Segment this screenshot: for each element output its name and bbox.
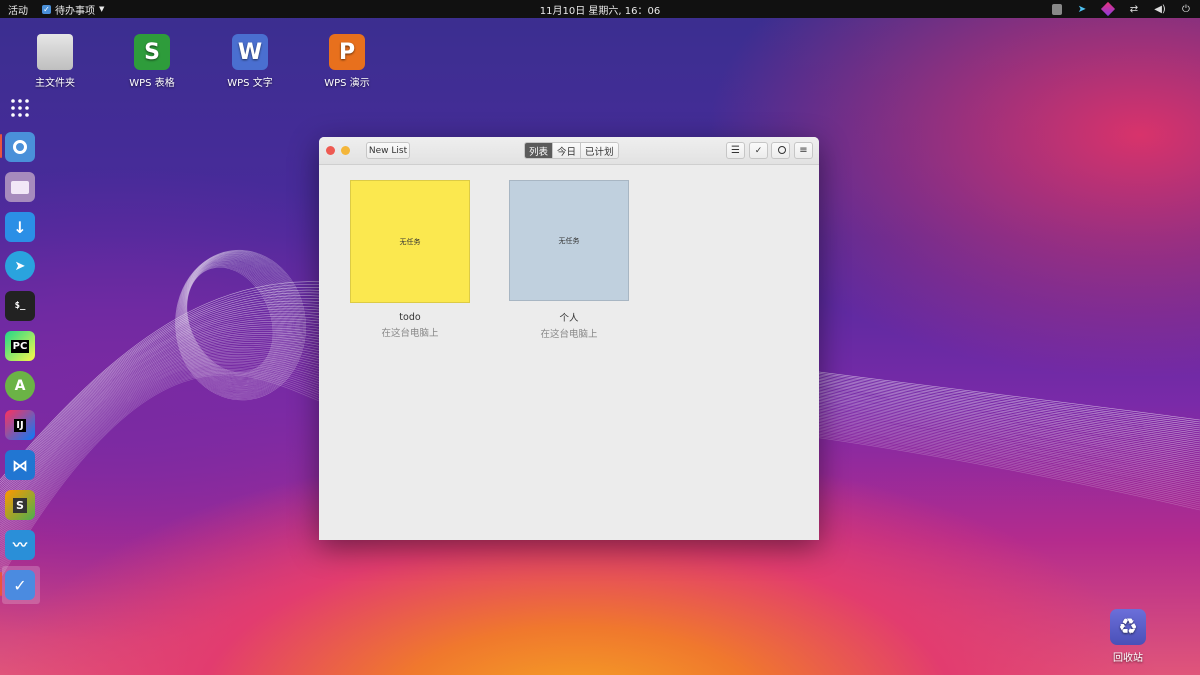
hamburger-menu-icon: ≡ [799, 145, 808, 156]
search-icon [777, 145, 786, 154]
close-button[interactable] [326, 146, 335, 155]
recycle-bin-icon: ♻ [1110, 609, 1146, 645]
app-grid-icon[interactable] [5, 93, 35, 123]
list-preview: 无任务 [509, 180, 629, 301]
volume-icon[interactable]: ◀) [1154, 3, 1166, 15]
list-view-button[interactable]: ☰ [726, 142, 745, 159]
list-location: 在这台电脑上 [540, 329, 598, 340]
terminal-icon[interactable]: $_ [5, 291, 35, 321]
download-icon[interactable]: ↓ [5, 212, 35, 242]
app-menu[interactable]: ✓ 待办事项 ▼ [42, 2, 104, 17]
app-tray-icon[interactable] [1100, 1, 1116, 17]
app-menu-label: 待办事项 [55, 5, 95, 17]
android-studio-icon[interactable]: A [5, 371, 35, 401]
pycharm-icon[interactable]: PC [5, 331, 35, 361]
list-icon: ☰ [731, 145, 740, 156]
list-card[interactable]: 无任务 个人 在这台电脑上 [509, 180, 629, 340]
activities-button[interactable]: 活动 [8, 2, 28, 17]
list-preview: 无任务 [350, 180, 470, 303]
desktop-icon-wps-presentation[interactable]: P WPS 演示 [307, 34, 387, 89]
desktop-icon-label: 回收站 [1113, 653, 1143, 664]
power-icon[interactable]: ⏻ [1180, 3, 1192, 15]
check-icon: ✓ [754, 145, 763, 156]
telegram-icon[interactable]: ➤ [5, 251, 35, 281]
running-indicator [0, 134, 2, 158]
desktop-icon-label: WPS 表格 [129, 78, 175, 89]
tab-today[interactable]: 今日 [553, 143, 582, 158]
keyboard-layout-icon[interactable] [1052, 3, 1062, 15]
desktop-icon-label: 主文件夹 [35, 78, 75, 89]
chevron-down-icon: ▼ [99, 5, 105, 13]
intellij-icon[interactable]: IJ [5, 410, 35, 440]
network-icon[interactable]: ⇄ [1128, 3, 1140, 15]
empty-tasks-label: 无任务 [399, 237, 421, 246]
sublime-icon[interactable]: S [5, 490, 35, 520]
menu-button[interactable]: ≡ [794, 142, 813, 159]
list-location: 在这台电脑上 [381, 328, 439, 339]
system-tray: ➤ ⇄ ◀) ⏻ [1052, 0, 1192, 18]
minimize-button[interactable] [341, 146, 350, 155]
empty-tasks-label: 无任务 [558, 236, 580, 245]
desktop-icon-home[interactable]: 主文件夹 [15, 34, 95, 89]
wps-writer-icon: W [232, 34, 268, 70]
files-icon[interactable] [5, 172, 35, 202]
desktop-icon-trash[interactable]: ♻ 回收站 [1104, 609, 1152, 664]
desktop-icon-wps-spreadsheet[interactable]: S WPS 表格 [112, 34, 192, 89]
todo-window: New List 列表 今日 已计划 ☰ ✓ ≡ 无任务 todo 在这台电脑上… [319, 137, 819, 540]
list-name: 个人 [559, 313, 579, 324]
chrome-icon[interactable] [5, 132, 35, 162]
vscode-icon[interactable]: ⋈ [5, 450, 35, 480]
list-name: todo [399, 312, 421, 323]
desktop-icon-label: WPS 演示 [324, 78, 370, 89]
todo-icon[interactable]: ✓ [5, 570, 35, 600]
wps-presentation-icon: P [329, 34, 365, 70]
desktop-icon-wps-writer[interactable]: W WPS 文字 [210, 34, 290, 89]
desktop-icon-label: WPS 文字 [227, 78, 273, 89]
folder-icon [37, 34, 73, 70]
window-header-bar: New List 列表 今日 已计划 ☰ ✓ ≡ [319, 137, 819, 165]
checkmark-icon: ✓ [42, 4, 51, 14]
clock[interactable]: 11月10日 星期六, 16：06 [0, 2, 1200, 17]
top-bar: 活动 ✓ 待办事项 ▼ 11月10日 星期六, 16：06 ➤ ⇄ ◀) ⏻ [0, 0, 1200, 18]
tab-lists[interactable]: 列表 [525, 143, 554, 158]
list-card[interactable]: 无任务 todo 在这台电脑上 [350, 180, 470, 339]
wps-spreadsheet-icon: S [134, 34, 170, 70]
monitor-icon[interactable]: 〰 [5, 530, 35, 560]
search-button[interactable] [771, 142, 790, 159]
view-switcher: 列表 今日 已计划 [524, 142, 619, 159]
selection-button[interactable]: ✓ [749, 142, 768, 159]
new-list-button[interactable]: New List [366, 142, 410, 159]
telegram-tray-icon[interactable]: ➤ [1076, 3, 1088, 15]
tab-scheduled[interactable]: 已计划 [581, 143, 618, 158]
